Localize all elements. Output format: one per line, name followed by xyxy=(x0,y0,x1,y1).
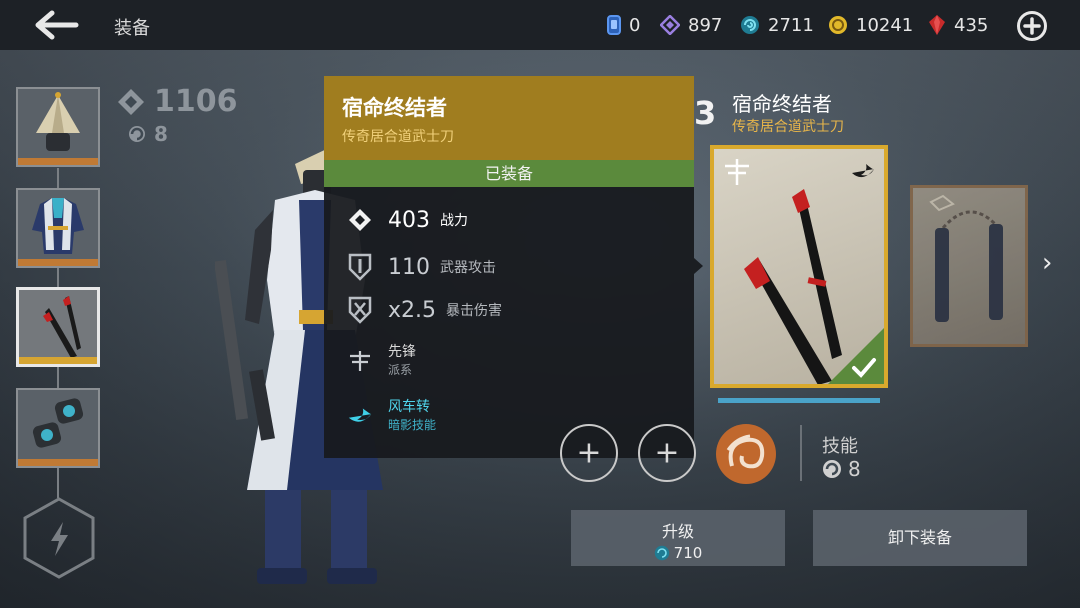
equipped-skill-slot[interactable] xyxy=(716,424,776,484)
add-currency-button[interactable] xyxy=(1016,10,1048,42)
armor-icon xyxy=(32,198,84,254)
total-power: 1106 xyxy=(116,84,238,119)
ruby-icon xyxy=(929,15,945,35)
top-bar: 装备 0 897 2711 10241 435 xyxy=(0,0,1080,50)
selected-weapon-card[interactable] xyxy=(710,145,888,388)
currency-value: 435 xyxy=(954,14,989,36)
skills-divider xyxy=(800,425,802,481)
currency-value: 0 xyxy=(629,14,641,36)
stat-value: 403 xyxy=(388,207,430,233)
currency-value: 10241 xyxy=(856,14,914,36)
slot-helmet[interactable] xyxy=(16,87,100,167)
skills-count: 8 xyxy=(822,457,861,481)
power-icon xyxy=(349,209,371,231)
skill-row: 风车转 暗影技能 xyxy=(346,396,436,433)
slot-ranged[interactable] xyxy=(16,388,100,468)
stat-power: 403 战力 xyxy=(346,206,468,234)
currency-value: 897 xyxy=(688,14,723,36)
currency-gems: 0 xyxy=(607,14,640,36)
windmill-skill-icon xyxy=(348,407,372,422)
nunchaku-icon xyxy=(929,194,1003,322)
next-weapon-arrow[interactable]: › xyxy=(1042,248,1052,278)
currency-gold: 10241 xyxy=(828,14,913,36)
gold-coin-icon xyxy=(829,16,847,34)
page-title: 装备 xyxy=(114,18,150,39)
skill-label: 暗影技能 xyxy=(388,418,437,432)
stat-label: 武器攻击 xyxy=(440,260,496,276)
rarity-bar xyxy=(18,459,98,466)
upgrade-cost: 710 xyxy=(571,544,785,562)
wind-skill-icon xyxy=(726,434,765,469)
selected-item-type: 传奇居合道武士刀 xyxy=(732,119,844,135)
upgrade-progress-bar xyxy=(718,398,880,403)
empty-skill-slot-2[interactable]: + xyxy=(638,424,696,482)
rarity-bar xyxy=(18,158,98,165)
power-icon xyxy=(118,88,144,115)
rarity-bar xyxy=(18,259,98,266)
upgrade-button[interactable]: 升级 710 xyxy=(571,510,785,566)
crit-shield-icon xyxy=(348,296,372,324)
currency-diamonds: 897 xyxy=(660,14,722,36)
shuriken-icon xyxy=(32,398,84,448)
item-detail-panel: 宿命终结者 传奇居合道武士刀 已装备 403 战力 110 武器攻击 x2.5 … xyxy=(324,76,694,458)
shield-sword-icon xyxy=(348,253,372,281)
rarity-bar xyxy=(19,357,97,364)
stat-attack: 110 武器攻击 xyxy=(346,253,496,281)
faction-row: 先锋 派系 xyxy=(346,341,416,378)
empty-skill-slot-1[interactable]: + xyxy=(560,424,618,482)
swirl-icon xyxy=(823,460,841,478)
perk-hexagon-button[interactable] xyxy=(22,496,96,580)
stat-value: 110 xyxy=(388,254,430,280)
alternate-weapon-card[interactable] xyxy=(910,185,1028,347)
faction-label: 派系 xyxy=(388,363,413,377)
skills-label: 技能 xyxy=(822,436,858,457)
level-value: 8 xyxy=(154,122,168,146)
power-value: 1106 xyxy=(154,84,238,119)
item-level-partial: 3 xyxy=(694,94,717,132)
swirl-currency-icon xyxy=(654,545,669,561)
swirl-icon xyxy=(741,16,759,34)
currency-swirl: 2711 xyxy=(740,14,814,36)
slot-armor[interactable] xyxy=(16,188,100,268)
panel-pointer xyxy=(694,258,703,274)
currency-value: 2711 xyxy=(768,14,814,36)
blue-gem-icon xyxy=(607,15,621,35)
stat-label: 战力 xyxy=(440,213,468,229)
skills-count-value: 8 xyxy=(848,457,861,481)
stat-crit: x2.5 暴击伤害 xyxy=(346,296,502,324)
slot-weapon[interactable] xyxy=(16,287,100,367)
currency-ruby: 435 xyxy=(928,14,988,36)
upgrade-cost-value: 710 xyxy=(673,544,703,562)
item-header: 宿命终结者 传奇居合道武士刀 xyxy=(324,76,694,160)
item-type: 传奇居合道武士刀 xyxy=(342,129,454,145)
item-name: 宿命终结者 xyxy=(342,96,447,120)
equipped-check-icon xyxy=(828,328,884,384)
faction-name: 先锋 xyxy=(388,344,416,360)
back-arrow-icon[interactable] xyxy=(34,10,80,40)
helmet-icon xyxy=(36,92,80,151)
stat-label: 暴击伤害 xyxy=(446,303,503,319)
plus-icon: + xyxy=(654,435,680,471)
character-level: 8 xyxy=(128,122,168,146)
purple-diamond-icon xyxy=(660,15,680,35)
skill-name: 风车转 xyxy=(388,399,430,415)
dragonfly-icon xyxy=(350,350,370,371)
plus-icon: + xyxy=(576,435,602,471)
swirl-level-icon xyxy=(129,126,145,142)
stat-value: x2.5 xyxy=(388,297,437,323)
upgrade-label: 升级 xyxy=(661,522,694,541)
equipped-status: 已装备 xyxy=(324,160,694,187)
unequip-button[interactable]: 卸下装备 xyxy=(813,510,1027,566)
katana-icon xyxy=(43,296,81,358)
selected-item-name: 宿命终结者 xyxy=(732,92,832,116)
